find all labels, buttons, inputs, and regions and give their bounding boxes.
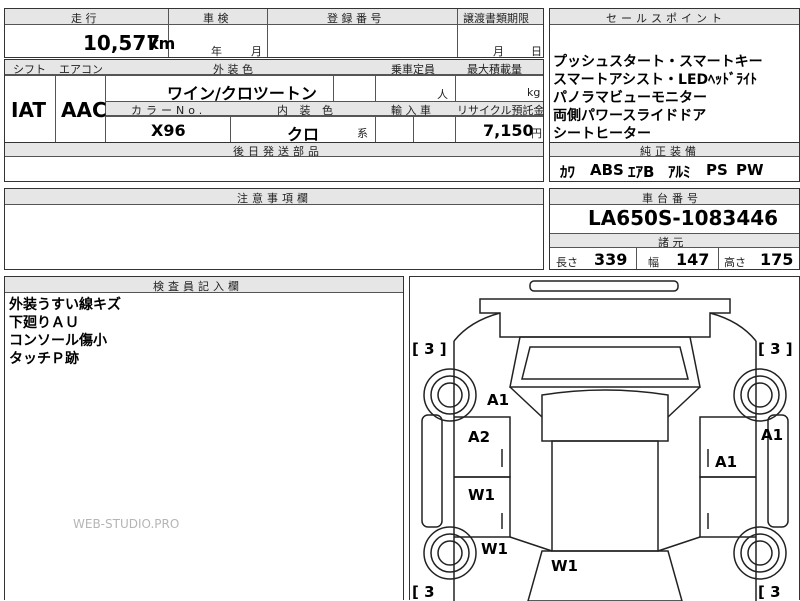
sales-point-item: シートヒーター [553,126,651,142]
inspector-note: コンソール傷小 [9,333,107,349]
caution-label: 注意事項欄 [237,192,312,205]
mileage-unit: km [148,34,176,53]
recycle-label: リサイクル預託金 [457,104,545,117]
recycle-unit: 円 [531,127,542,140]
sales-point-item: パノラマビューモニター [553,90,707,106]
chassis-value: LA650S-1083446 [588,206,779,230]
inspector-box: 検査員記入欄 外装うすい線キズ 下廻りＡＵ コンソール傷小 タッチＰ跡 WEB-… [4,276,404,600]
genuine-label: 純正装備 [640,145,700,158]
damage-mark-right-front-door: A1 [715,453,738,471]
car-diagram-box: [ 3 ] [ 3 ] [ 3 [ 3 A1 A2 A1 A1 W1 W1 W1 [409,276,800,601]
shift-label: シフト [13,63,46,76]
genuine-item: ABS [590,161,624,179]
genuine-item: ｶﾜ [560,163,576,181]
damage-mark-front-left-fender: A1 [487,391,510,409]
exterior-color-label: 外 装 色 [213,63,253,76]
genuine-item: PW [736,161,764,179]
sales-point-box: セールスポイント プッシュスタート・スマートキー スマートアシスト・LEDﾍｯﾄ… [549,8,800,143]
max-load-label: 最大積載量 [467,63,522,76]
caution-box: 注意事項欄 [4,188,544,270]
height-value: 175 [760,250,794,269]
vehicle-spec-table: シフト エアコン 外 装 色 乗車定員 最大積載量 IAT AAC ワイン/クロ… [4,59,545,144]
genuine-item: PS [706,161,728,179]
transfer-label: 譲渡書類期限 [463,12,529,25]
corner-bracket-bottom-left: [ 3 [412,583,435,601]
corner-bracket-top-left: [ 3 ] [412,340,447,358]
genuine-equipment-box: 純正装備 ｶﾜ ABS ｴｱB ｱﾙﾐ PS PW [549,142,800,182]
inspection-label: 車 検 [203,12,229,25]
color-no-label: カラーNo. [131,104,207,117]
damage-mark-left-rear-fender: W1 [481,540,508,558]
width-label: 幅 [648,256,659,269]
inspection-month: 月 [251,45,262,58]
genuine-item: ｱﾙﾐ [668,163,691,181]
exterior-color-value: ワイン/クロツートン [167,84,317,103]
sales-point-item: プッシュスタート・スマートキー [553,54,763,70]
sales-point-list: プッシュスタート・スマートキー スマートアシスト・LEDﾍｯﾄﾞﾗｲﾄ パノラマ… [553,53,763,143]
inspector-note: 下廻りＡＵ [9,315,79,331]
height-label: 高さ [724,256,746,269]
capacity-label: 乗車定員 [391,63,435,76]
inspection-year: 年 [211,45,222,58]
recycle-value: 7,150 [483,121,534,140]
damage-mark-front-left-door: A2 [468,428,491,446]
chassis-box: 車台番号 LA650S-1083446 諸 元 長さ 339 幅 147 高さ … [549,188,800,270]
width-value: 147 [676,250,710,269]
genuine-item: ｴｱB [628,163,655,181]
registration-label: 登 録 番 号 [327,12,382,25]
aircon-label: エアコン [59,63,103,76]
interior-color-label: 内 装 色 [277,104,337,117]
corner-bracket-bottom-right: [ 3 [758,583,781,601]
sales-point-item: 両側パワースライドドア [553,108,707,124]
sales-point-label: セールスポイント [606,12,726,25]
transfer-month: 月 [493,45,504,58]
length-value: 339 [594,250,628,269]
watermark: WEB-STUDIO.PRO [73,517,180,531]
inspector-notes: 外装うすい線キズ 下廻りＡＵ コンソール傷小 タッチＰ跡 [9,296,121,368]
mileage-label: 走 行 [71,12,97,25]
top-info-table: 走 行 車 検 登 録 番 号 譲渡書類期限 10,577 km 年 月 月 日 [4,8,544,58]
corner-bracket-top-right: [ 3 ] [758,340,793,358]
inspector-note: 外装うすい線キズ [9,297,121,313]
shipping-parts-label: 後日発送部品 [233,145,323,158]
damage-mark-left-rear-door: W1 [468,486,495,504]
sales-point-item: スマートアシスト・LEDﾍｯﾄﾞﾗｲﾄ [553,72,758,88]
length-label: 長さ [556,256,578,269]
chassis-label: 車台番号 [642,192,702,205]
damage-mark-right-side: A1 [761,426,784,444]
shipping-parts-box: 後日発送部品 [4,142,544,182]
import-label: 輸 入 車 [391,104,431,117]
transfer-day: 日 [531,45,542,58]
capacity-unit: 人 [437,88,448,101]
inspector-note: タッチＰ跡 [9,351,79,367]
spec-label: 諸 元 [658,236,684,249]
max-load-unit: kg [527,86,541,99]
inspector-label: 検査員記入欄 [153,280,243,293]
color-no-value: X96 [151,121,186,140]
interior-color-unit: 系 [357,127,368,140]
shift-value: IAT [11,98,47,122]
damage-mark-rear-center: W1 [551,557,578,575]
aircon-value: AAC [61,98,107,122]
